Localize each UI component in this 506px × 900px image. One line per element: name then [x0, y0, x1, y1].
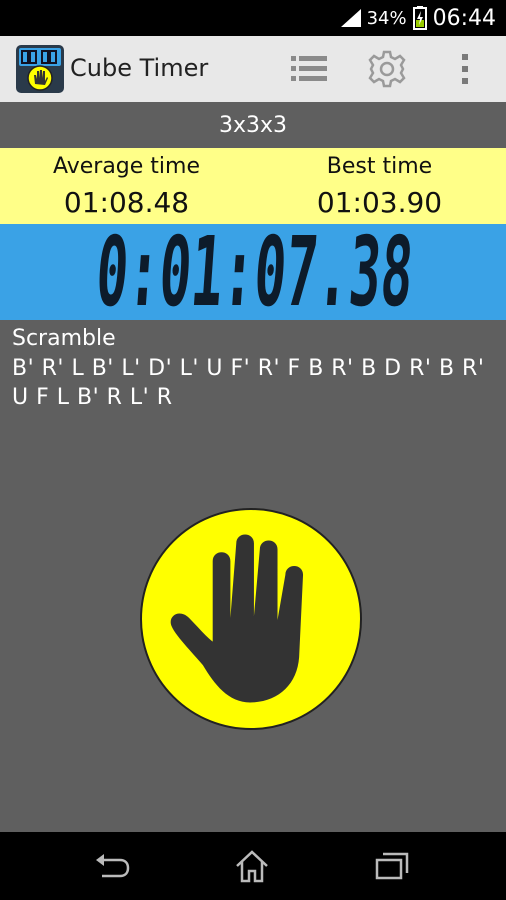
overflow-menu-button[interactable]	[442, 46, 488, 92]
recent-apps-icon	[375, 852, 409, 880]
gear-icon	[368, 50, 406, 88]
best-time-stat: Best time 01:03.90	[253, 148, 506, 224]
status-indicators: 34% 06:44	[339, 0, 496, 36]
average-time-value: 01:08.48	[63, 186, 190, 219]
signal-icon	[340, 9, 361, 27]
hand-icon	[170, 534, 304, 703]
settings-button[interactable]	[364, 46, 410, 92]
cube-timer-app-icon	[16, 45, 64, 93]
scramble-title: Scramble	[12, 326, 116, 351]
best-time-value: 01:03.90	[316, 186, 443, 219]
scramble-moves: B' R' L B' L' D' L' U F' R' F B R' B D R…	[12, 356, 485, 410]
stats-panel: Average time 01:08.48 Best time 01:03.90	[0, 148, 506, 224]
battery-percent: 34%	[366, 7, 407, 29]
list-icon	[291, 56, 327, 81]
home-button[interactable]	[222, 842, 282, 890]
battery-charging-icon	[412, 6, 427, 30]
action-bar: Cube Timer	[0, 36, 506, 103]
back-button[interactable]	[82, 842, 142, 890]
home-icon	[236, 850, 268, 883]
back-icon	[96, 854, 130, 878]
navigation-bar	[0, 832, 506, 900]
timer-value: 0:01:07.38	[93, 224, 417, 320]
average-time-stat: Average time 01:08.48	[0, 148, 253, 224]
overflow-menu-icon	[462, 54, 468, 84]
status-bar: 34% 06:44	[0, 0, 506, 36]
timer-display[interactable]: 0:01:07.38	[0, 224, 506, 320]
app-title: Cube Timer	[70, 54, 209, 82]
recent-apps-button[interactable]	[362, 842, 422, 890]
puzzle-selector[interactable]: 3x3x3	[0, 102, 506, 148]
history-list-button[interactable]	[286, 46, 332, 92]
clock: 06:44	[432, 5, 496, 31]
start-timer-button[interactable]	[140, 508, 362, 730]
average-time-label: Average time	[52, 154, 201, 179]
puzzle-name: 3x3x3	[218, 112, 288, 138]
best-time-label: Best time	[326, 154, 433, 179]
